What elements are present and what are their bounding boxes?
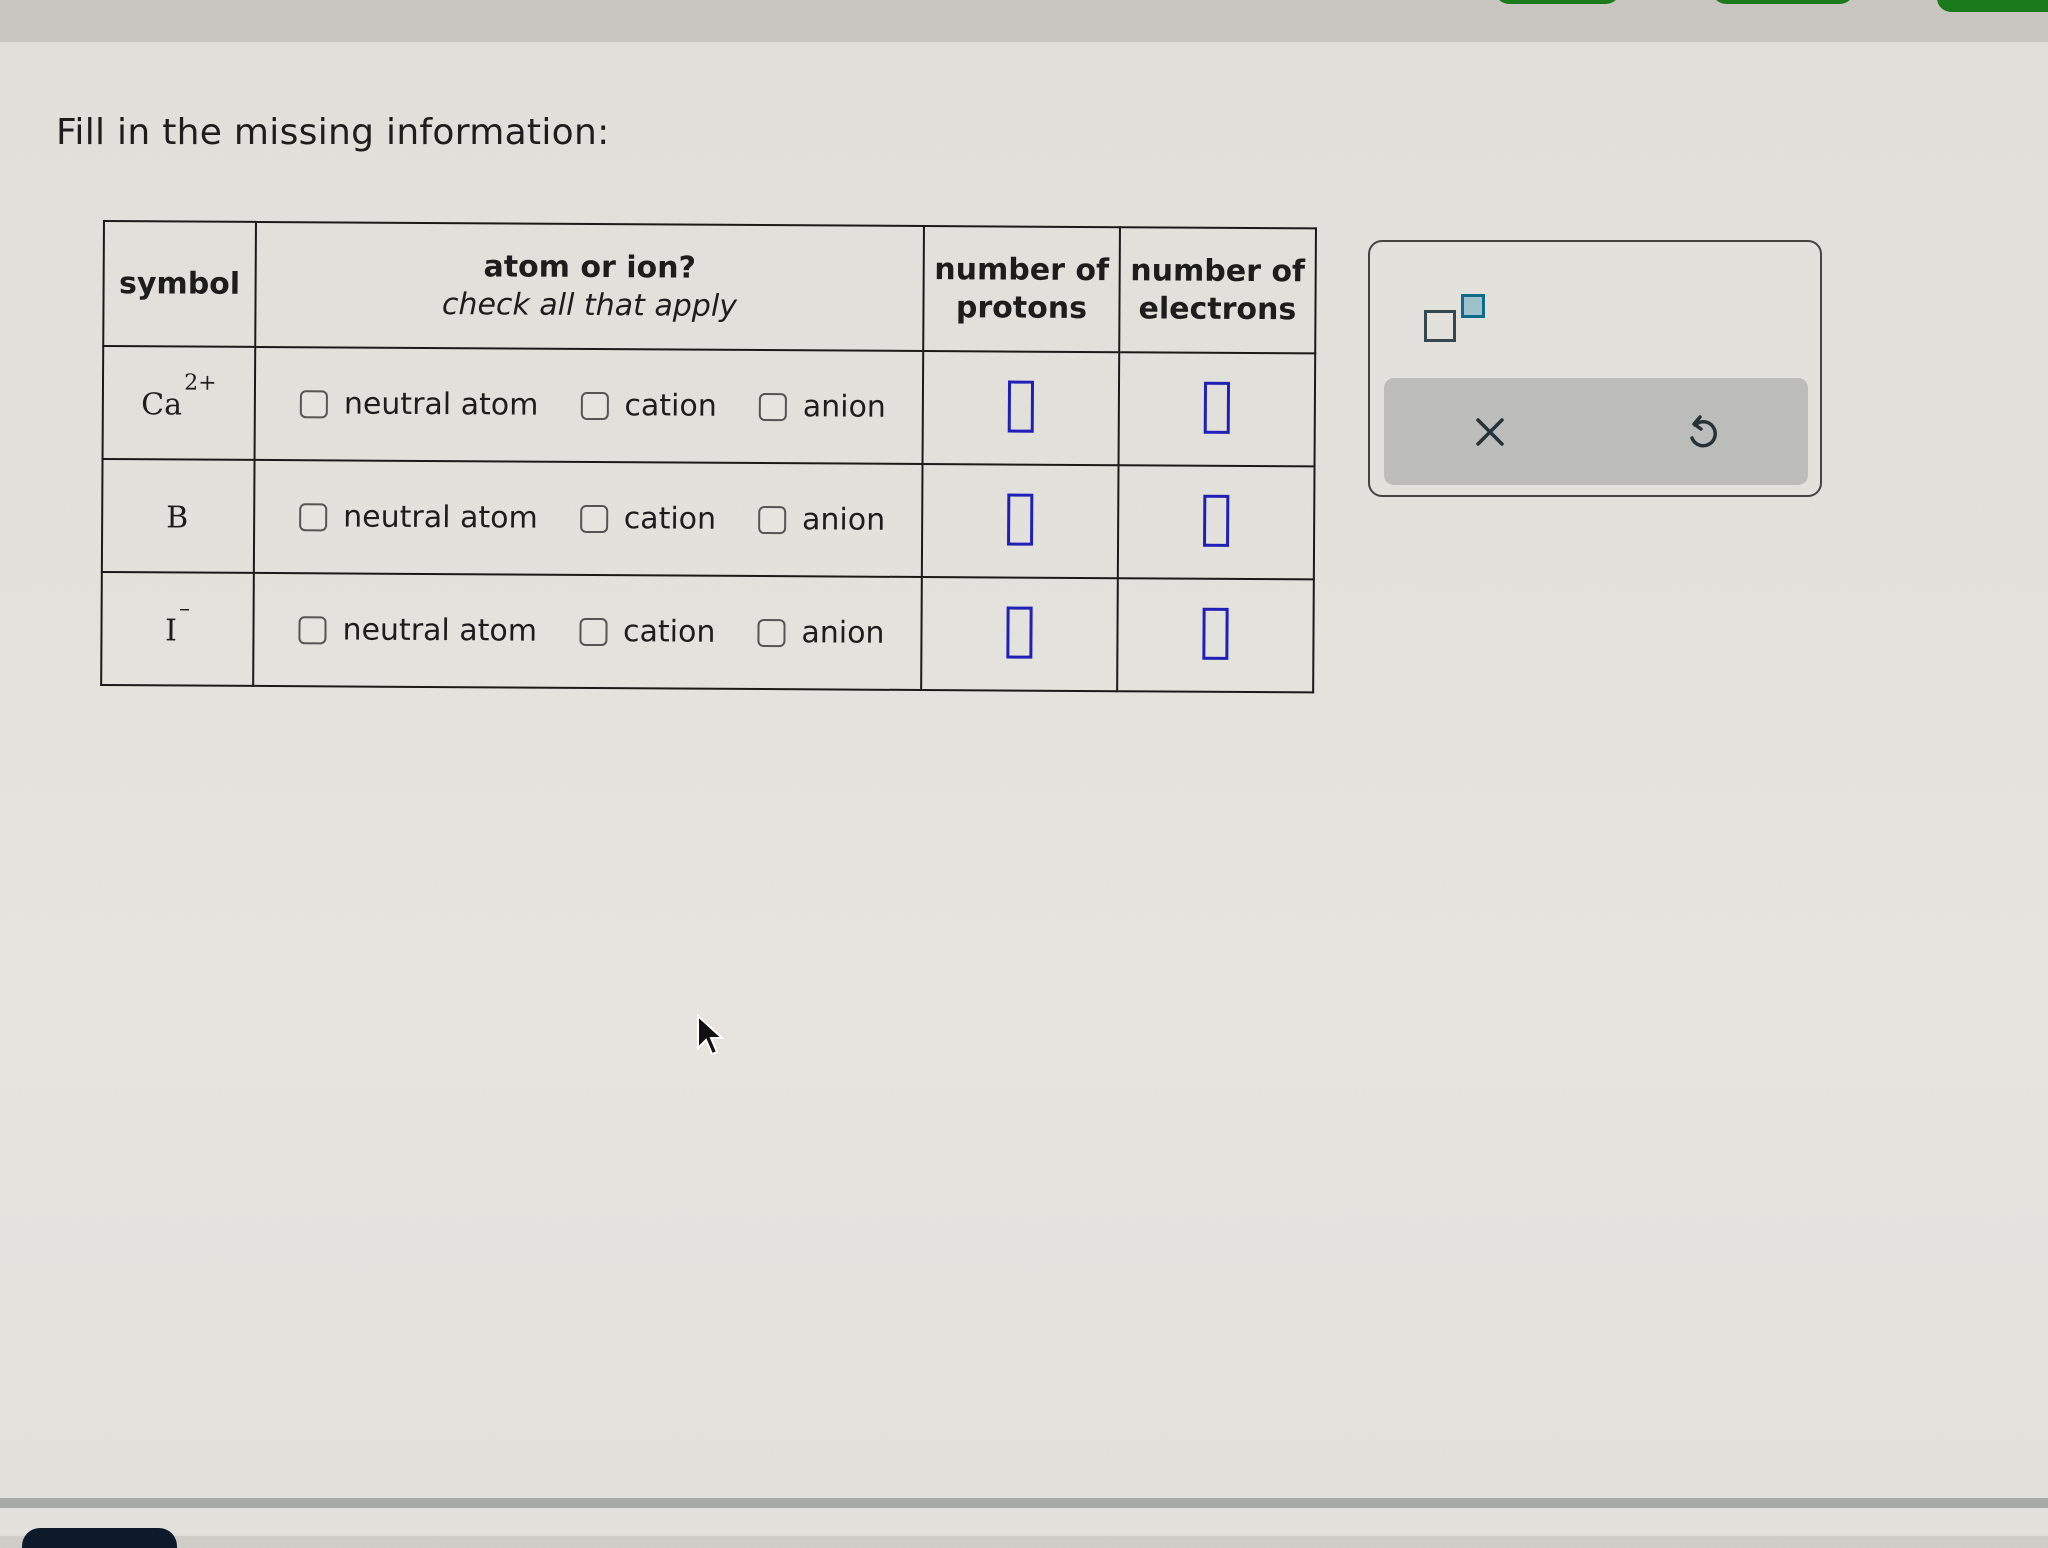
protons-input[interactable] <box>1007 493 1033 545</box>
protons-input[interactable] <box>1006 606 1032 658</box>
top-green-tab-1[interactable] <box>1495 0 1620 4</box>
header-electrons-line1: number of <box>1121 252 1315 291</box>
clear-button[interactable] <box>1466 408 1514 456</box>
option-label: cation <box>623 614 716 650</box>
checkbox-anion[interactable] <box>757 619 785 647</box>
top-green-tab-3[interactable] <box>1937 0 2048 12</box>
ion-info-table: symbol atom or ion? check all that apply… <box>100 220 1317 693</box>
checkbox-neutral-atom[interactable] <box>299 503 327 531</box>
element-symbol: B <box>166 500 188 535</box>
bottom-divider <box>0 1498 2048 1508</box>
checkbox-neutral-atom[interactable] <box>300 390 328 418</box>
option-label: cation <box>624 501 717 537</box>
option-neutral-atom[interactable]: neutral atom <box>298 612 537 648</box>
header-atom-or-ion-title: atom or ion? <box>483 249 696 285</box>
option-cation[interactable]: cation <box>580 501 717 537</box>
checkbox-anion[interactable] <box>758 506 786 534</box>
superscript-base-box <box>1424 310 1456 342</box>
electrons-input[interactable] <box>1202 607 1228 659</box>
checkbox-anion[interactable] <box>759 393 787 421</box>
question-prompt: Fill in the missing information: <box>56 112 610 153</box>
checkbox-cation[interactable] <box>580 391 608 419</box>
symbol-ca: Ca2+ <box>141 384 217 422</box>
mouse-cursor-icon <box>696 1014 726 1058</box>
superscript-exponent-box <box>1461 294 1485 318</box>
symbol-cell: B <box>102 459 255 573</box>
option-anion[interactable]: anion <box>758 502 885 538</box>
option-cation[interactable]: cation <box>579 614 716 650</box>
option-cation[interactable]: cation <box>580 388 717 424</box>
header-atom-or-ion: atom or ion? check all that apply <box>255 222 924 351</box>
option-label: anion <box>801 615 884 651</box>
protons-cell <box>922 464 1119 578</box>
symbol-cell: Ca2+ <box>103 346 256 460</box>
atom-or-ion-cell: neutral atom cation anion <box>255 347 924 464</box>
action-bar <box>1384 378 1808 485</box>
table-row-b: B neutral atom cation anion <box>102 459 1315 579</box>
checkbox-neutral-atom[interactable] <box>298 616 326 644</box>
undo-icon <box>1678 408 1726 456</box>
electrons-cell <box>1119 352 1316 466</box>
header-protons-line2: protons <box>924 289 1118 328</box>
close-icon <box>1466 408 1514 456</box>
header-protons: number of protons <box>923 226 1120 352</box>
browser-top-bar <box>0 0 2048 42</box>
electrons-input[interactable] <box>1203 494 1229 546</box>
option-label: neutral atom <box>343 499 538 535</box>
symbol-cell: I– <box>101 572 254 686</box>
header-symbol: symbol <box>103 221 256 347</box>
table-header-row: symbol atom or ion? check all that apply… <box>103 221 1316 353</box>
option-neutral-atom[interactable]: neutral atom <box>299 499 538 535</box>
header-protons-line1: number of <box>925 251 1119 290</box>
checkbox-cation[interactable] <box>579 617 607 645</box>
header-electrons-line2: electrons <box>1120 290 1314 329</box>
superscript-icon[interactable] <box>1424 292 1494 352</box>
table-row-ca: Ca2+ neutral atom cation anion <box>103 346 1316 466</box>
option-label: neutral atom <box>342 612 537 648</box>
table-row-i: I– neutral atom cation anion <box>101 572 1314 692</box>
top-green-tab-2[interactable] <box>1712 0 1854 4</box>
charge-superscript: – <box>179 596 190 621</box>
protons-cell <box>921 577 1118 691</box>
option-anion[interactable]: anion <box>759 389 886 425</box>
electrons-cell <box>1118 465 1315 579</box>
bottom-dark-tab[interactable] <box>22 1528 177 1548</box>
header-electrons: number of electrons <box>1119 227 1316 353</box>
option-neutral-atom[interactable]: neutral atom <box>300 386 539 422</box>
option-anion[interactable]: anion <box>757 615 884 651</box>
electrons-input[interactable] <box>1204 381 1230 433</box>
atom-or-ion-cell: neutral atom cation anion <box>253 573 922 690</box>
charge-superscript: 2+ <box>184 370 217 395</box>
option-label: cation <box>624 388 717 424</box>
option-label: anion <box>803 389 886 425</box>
symbol-b: B <box>166 497 190 535</box>
undo-button[interactable] <box>1678 408 1726 456</box>
option-label: anion <box>802 502 885 538</box>
protons-cell <box>923 351 1120 465</box>
symbol-i: I– <box>165 610 190 648</box>
element-symbol: I <box>165 613 177 648</box>
electrons-cell <box>1117 578 1314 692</box>
element-symbol: Ca <box>141 387 182 422</box>
atom-or-ion-cell: neutral atom cation anion <box>254 460 923 577</box>
header-atom-or-ion-hint: check all that apply <box>256 284 922 326</box>
math-tool-panel <box>1368 240 1822 497</box>
option-label: neutral atom <box>344 386 539 422</box>
protons-input[interactable] <box>1008 380 1034 432</box>
checkbox-cation[interactable] <box>580 504 608 532</box>
